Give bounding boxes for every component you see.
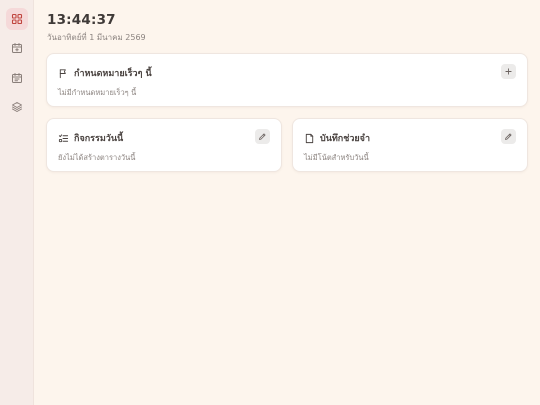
empty-state-text: ไม่มีโน้ตสำหรับวันนี้ <box>304 153 369 162</box>
edit-activities-button[interactable] <box>255 129 270 144</box>
card-header: บันทึกช่วยจำ <box>304 131 370 145</box>
card-title: บันทึกช่วยจำ <box>320 134 371 144</box>
sidebar-item-add-event[interactable] <box>6 37 28 59</box>
pencil-icon <box>505 133 512 140</box>
empty-state-text: ยังไม่ได้สร้างตารางวันนี้ <box>58 153 136 162</box>
calendar-plus-icon <box>12 43 22 53</box>
today-activities-card: กิจกรรมวันนี้ ยังไม่ได้สร้างตารางวันนี้ <box>46 118 282 172</box>
note-icon <box>305 133 314 143</box>
app-root: 13:44:37 วันอาทิตย์ที่ 1 มีนาคม 2569 กำห… <box>0 0 540 405</box>
layers-icon <box>12 102 22 112</box>
plus-icon <box>505 68 512 75</box>
card-header: กิจกรรมวันนี้ <box>58 131 123 145</box>
sidebar-item-calendar[interactable] <box>6 67 28 89</box>
flag-icon <box>59 68 66 78</box>
card-title: กิจกรรมวันนี้ <box>74 134 124 144</box>
upcoming-appointments-card: กำหนดหมายเร็วๆ นี้ ไม่มีกำหนดหมายเร็วๆ น… <box>46 53 528 107</box>
add-appointment-button[interactable] <box>501 64 516 79</box>
current-time: 13:44:37 <box>47 12 116 28</box>
sidebar-item-layers[interactable] <box>6 96 28 118</box>
checklist-icon <box>58 133 69 142</box>
memo-card: บันทึกช่วยจำ ไม่มีโน้ตสำหรับวันนี้ <box>292 118 528 172</box>
current-date: วันอาทิตย์ที่ 1 มีนาคม 2569 <box>47 33 146 42</box>
calendar-icon <box>12 73 22 83</box>
pencil-icon <box>259 133 266 140</box>
dashboard-grid-icon <box>11 13 23 25</box>
card-header: กำหนดหมายเร็วๆ นี้ <box>58 66 152 80</box>
sidebar <box>0 0 34 405</box>
edit-notes-button[interactable] <box>501 129 516 144</box>
sidebar-item-dashboard[interactable] <box>6 8 28 30</box>
empty-state-text: ไม่มีกำหนดหมายเร็วๆ นี้ <box>58 88 137 97</box>
card-title: กำหนดหมายเร็วๆ นี้ <box>74 69 152 79</box>
